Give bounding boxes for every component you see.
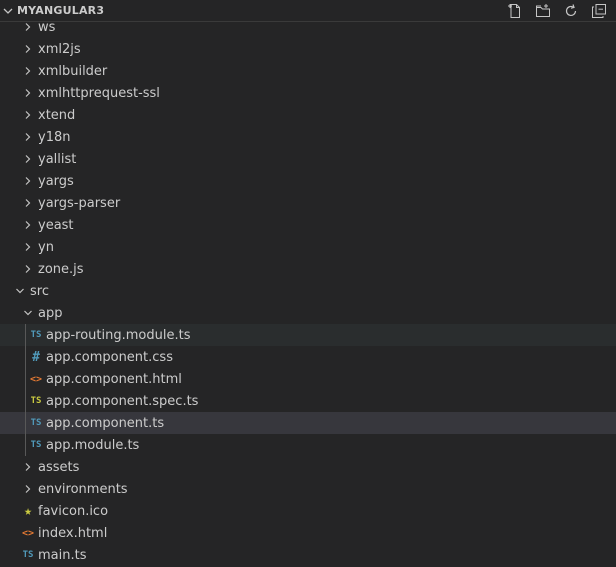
chevron-down-icon[interactable] [20, 302, 36, 324]
tree-item-yeast[interactable]: yeast [0, 214, 616, 236]
indent-guide [25, 346, 26, 368]
chevron-right-icon[interactable] [20, 170, 36, 192]
tree-item-label: yargs [38, 173, 74, 189]
tree-item-label: xtend [38, 107, 76, 123]
tree-item-label: y18n [38, 129, 71, 145]
tree-item-label: src [30, 283, 49, 299]
chevron-down-icon[interactable] [0, 0, 16, 22]
chevron-right-icon[interactable] [20, 214, 36, 236]
tree-item-label: favicon.ico [38, 503, 109, 519]
chevron-down-icon[interactable] [12, 280, 28, 302]
indent-guide [25, 368, 26, 390]
tree-item-xml2js[interactable]: xml2js [0, 38, 616, 60]
new-file-icon[interactable] [504, 0, 526, 22]
tree-item-yargs[interactable]: yargs [0, 170, 616, 192]
collapse-all-icon[interactable] [588, 0, 610, 22]
indent-guide [25, 434, 26, 456]
tree-item-label: xml2js [38, 41, 81, 57]
typescript-icon: TS [30, 330, 42, 340]
html-icon: <> [21, 527, 35, 539]
indent-guide [25, 412, 26, 434]
new-folder-icon[interactable] [532, 0, 554, 22]
tree-item-label: assets [38, 459, 80, 475]
tree-item-app-component-spec-ts[interactable]: TS app.component.spec.ts [0, 390, 616, 412]
tree-item-yallist[interactable]: yallist [0, 148, 616, 170]
tree-item-assets[interactable]: assets [0, 456, 616, 478]
chevron-right-icon[interactable] [20, 456, 36, 478]
tree-item-yargs-parser[interactable]: yargs-parser [0, 192, 616, 214]
chevron-right-icon[interactable] [20, 104, 36, 126]
tree-item-yn[interactable]: yn [0, 236, 616, 258]
tree-item-environments[interactable]: environments [0, 478, 616, 500]
star-icon: ★ [24, 503, 32, 519]
typescript-spec-icon: TS [30, 396, 42, 406]
header-actions [504, 0, 610, 22]
tree-item-app-component-css[interactable]: # app.component.css [0, 346, 616, 368]
indent-guide [25, 324, 26, 346]
workspace-title: MYANGULAR3 [17, 4, 105, 17]
tree-item-xtend[interactable]: xtend [0, 104, 616, 126]
tree-item-label: app.component.ts [46, 415, 165, 431]
tree-item-app-module-ts[interactable]: TS app.module.ts [0, 434, 616, 456]
refresh-icon[interactable] [560, 0, 582, 22]
explorer-panel: ws xml2js xmlbuilder xmlhttprequest-ssl … [0, 0, 616, 567]
tree-item-favicon-ico[interactable]: ★ favicon.ico [0, 500, 616, 522]
tree-item-label: app [38, 305, 63, 321]
tree-item-app-component-ts[interactable]: TS app.component.ts [0, 412, 616, 434]
tree-item-src[interactable]: src [0, 280, 616, 302]
tree-item-zone-js[interactable]: zone.js [0, 258, 616, 280]
tree-item-label: app.component.css [46, 349, 173, 365]
chevron-right-icon[interactable] [20, 258, 36, 280]
typescript-icon: TS [30, 418, 42, 428]
tree-item-label: xmlhttprequest-ssl [38, 85, 160, 101]
tree-item-label: environments [38, 481, 128, 497]
chevron-right-icon[interactable] [20, 236, 36, 258]
tree-item-label: zone.js [38, 261, 84, 277]
tree-item-label: app.component.html [46, 371, 182, 387]
css-icon: # [32, 349, 40, 365]
tree-item-label: app.module.ts [46, 437, 140, 453]
chevron-right-icon[interactable] [20, 478, 36, 500]
tree-item-label: app.component.spec.ts [46, 393, 199, 409]
chevron-right-icon[interactable] [20, 60, 36, 82]
tree-item-app-routing-module-ts[interactable]: TS app-routing.module.ts [0, 324, 616, 346]
tree-item-label: yn [38, 239, 54, 255]
file-tree: ws xml2js xmlbuilder xmlhttprequest-ssl … [0, 16, 616, 566]
chevron-right-icon[interactable] [20, 192, 36, 214]
tree-item-label: index.html [38, 525, 108, 541]
explorer-header[interactable]: MYANGULAR3 [0, 0, 616, 22]
tree-item-label: app-routing.module.ts [46, 327, 191, 343]
chevron-right-icon[interactable] [20, 82, 36, 104]
indent-guide [25, 390, 26, 412]
tree-item-app-component-html[interactable]: <> app.component.html [0, 368, 616, 390]
tree-item-label: yeast [38, 217, 74, 233]
tree-item-xmlhttprequest-ssl[interactable]: xmlhttprequest-ssl [0, 82, 616, 104]
tree-item-xmlbuilder[interactable]: xmlbuilder [0, 60, 616, 82]
tree-item-index-html[interactable]: <> index.html [0, 522, 616, 544]
tree-item-label: yallist [38, 151, 77, 167]
tree-item-main-ts[interactable]: TS main.ts [0, 544, 616, 566]
tree-item-label: xmlbuilder [38, 63, 108, 79]
html-icon: <> [29, 373, 43, 385]
tree-item-y18n[interactable]: y18n [0, 126, 616, 148]
chevron-right-icon[interactable] [20, 148, 36, 170]
tree-item-label: main.ts [38, 547, 87, 563]
tree-item-app[interactable]: app [0, 302, 616, 324]
chevron-right-icon[interactable] [20, 126, 36, 148]
typescript-icon: TS [30, 440, 42, 450]
tree-item-label: yargs-parser [38, 195, 121, 211]
chevron-right-icon[interactable] [20, 38, 36, 60]
typescript-icon: TS [22, 550, 34, 560]
